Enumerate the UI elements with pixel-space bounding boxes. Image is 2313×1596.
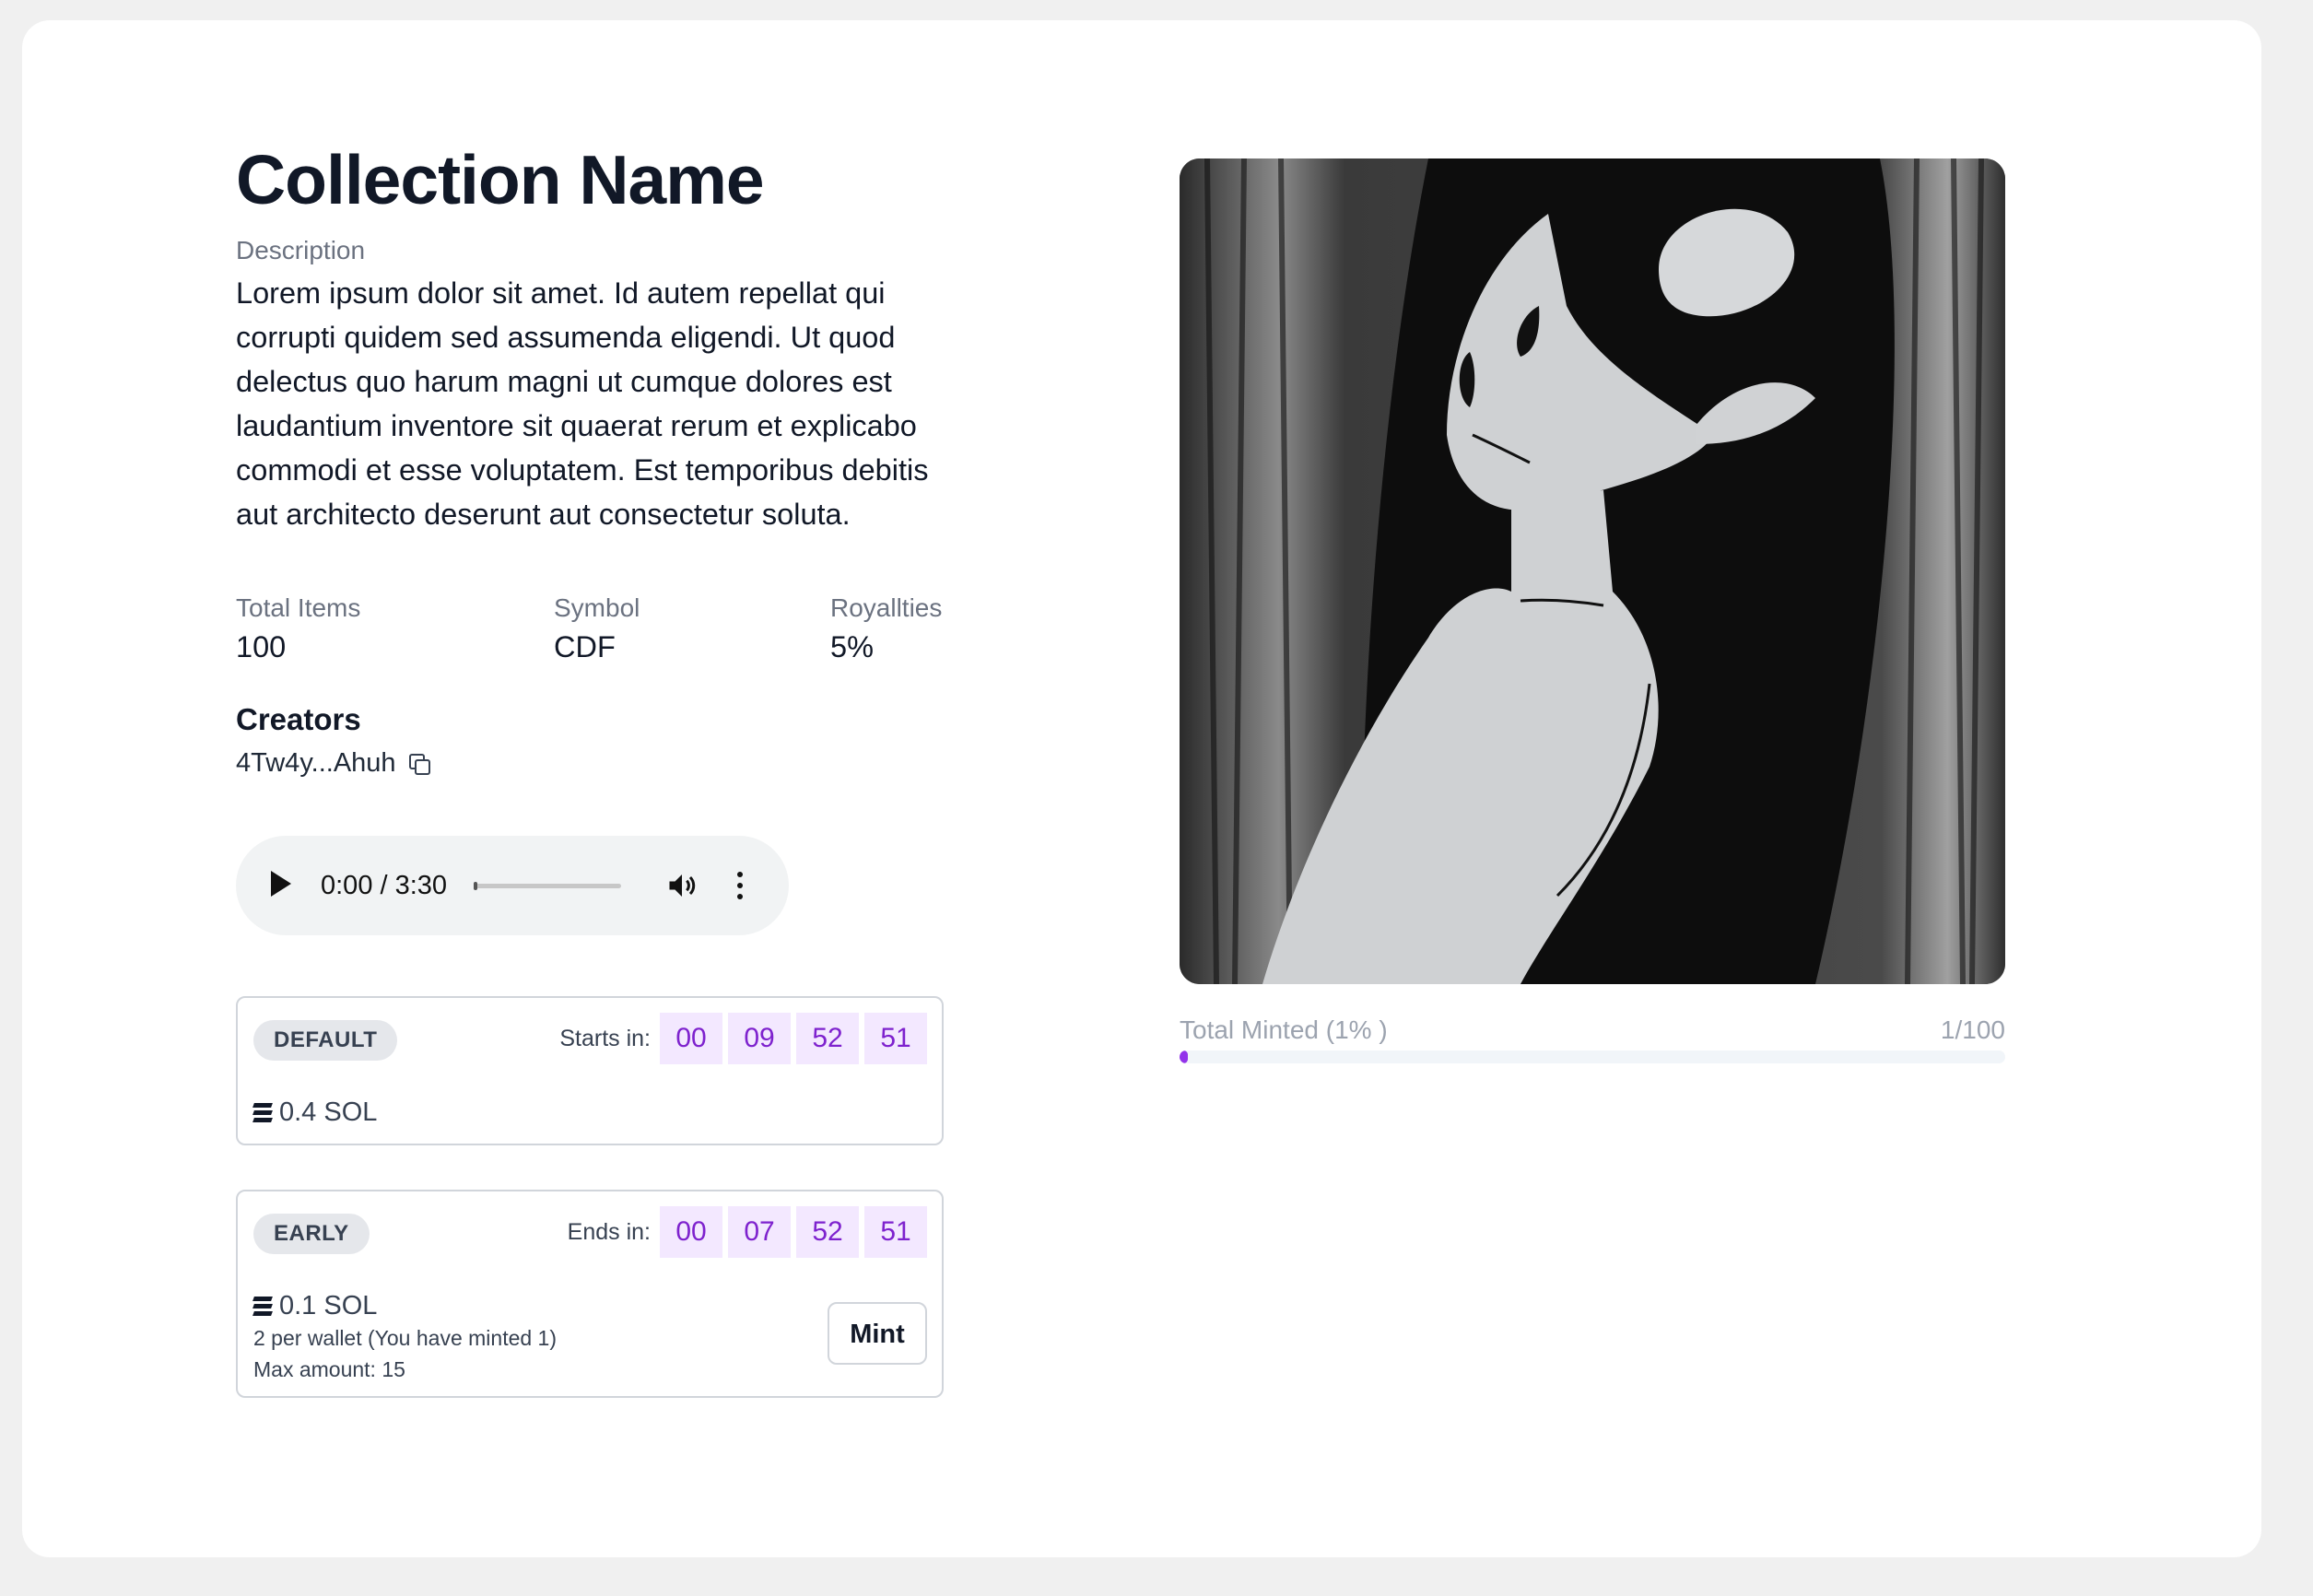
volume-icon[interactable]	[665, 869, 699, 902]
stat-label: Symbol	[554, 593, 640, 622]
collection-artwork	[1180, 158, 2005, 984]
countdown-minutes: 52	[796, 1206, 859, 1258]
price-value: 0.4 SOL	[279, 1097, 378, 1127]
creator-row: 4Tw4y...Ahuh	[236, 748, 966, 779]
artwork-image	[1180, 158, 2005, 984]
countdown-label: Starts in:	[559, 1025, 651, 1051]
phase-badge: DEFAULT	[253, 1020, 398, 1061]
stat-symbol: Symbol CDF	[554, 593, 640, 664]
more-vertical-icon[interactable]	[735, 869, 745, 902]
description-text: Lorem ipsum dolor sit amet. Id autem rep…	[236, 276, 929, 531]
countdown-minutes: 52	[796, 1013, 859, 1064]
copy-icon[interactable]	[408, 753, 430, 775]
countdown-seconds: 51	[864, 1206, 927, 1258]
countdown-hours: 09	[728, 1013, 791, 1064]
description-label: Description	[236, 236, 366, 264]
audio-time: 0:00 / 3:30	[321, 871, 448, 900]
phase-badge: EARLY	[253, 1214, 370, 1254]
mint-progress-bar	[1180, 1050, 2005, 1063]
wallet-limit: 2 per wallet (You have minted 1)	[253, 1326, 558, 1350]
mint-progress-fill	[1180, 1050, 1188, 1063]
total-minted-label: Total Minted (1% )	[1180, 1015, 1388, 1044]
countdown: Starts in: 00 09 52 51	[559, 1013, 927, 1064]
collection-stats: Total Items 100 Symbol CDF Royallties 5%	[236, 593, 966, 667]
stat-total-items: Total Items 100	[236, 593, 360, 664]
mint-phase-early: EARLY Ends in: 00 07 52 51 0.1 SOL 2 per…	[236, 1190, 944, 1398]
stat-value: CDF	[554, 630, 616, 663]
phase-price: 0.1 SOL	[252, 1291, 378, 1321]
collection-card: Collection Name Description Lorem ipsum …	[22, 20, 2261, 1557]
collection-title: Collection Name	[236, 141, 765, 218]
max-amount: Max amount: 15	[253, 1357, 405, 1381]
total-minted-count: 1/100	[1940, 1015, 2005, 1044]
solana-icon	[252, 1102, 273, 1123]
price-value: 0.1 SOL	[279, 1291, 378, 1320]
phase-price: 0.4 SOL	[252, 1097, 378, 1128]
audio-player: 0:00 / 3:30	[236, 836, 789, 935]
creators-title: Creators	[236, 702, 361, 736]
mint-phase-default: DEFAULT Starts in: 00 09 52 51 0.4 SOL	[236, 996, 944, 1145]
stat-label: Total Items	[236, 593, 361, 622]
creator-address: 4Tw4y...Ahuh	[236, 748, 396, 778]
audio-seek-bar[interactable]	[474, 882, 621, 890]
countdown-hours: 07	[728, 1206, 791, 1258]
stat-royalties: Royallties 5%	[830, 593, 942, 664]
solana-icon	[252, 1296, 273, 1317]
stat-value: 5%	[830, 630, 874, 663]
countdown-days: 00	[660, 1206, 722, 1258]
play-icon[interactable]	[271, 871, 291, 897]
stat-label: Royallties	[830, 593, 943, 622]
stat-value: 100	[236, 630, 287, 663]
countdown-label: Ends in:	[567, 1218, 651, 1245]
countdown: Ends in: 00 07 52 51	[568, 1206, 927, 1258]
collection-info: Collection Name Description Lorem ipsum …	[236, 138, 966, 1398]
countdown-seconds: 51	[864, 1013, 927, 1064]
mint-button[interactable]: Mint	[828, 1302, 927, 1365]
countdown-days: 00	[660, 1013, 722, 1064]
